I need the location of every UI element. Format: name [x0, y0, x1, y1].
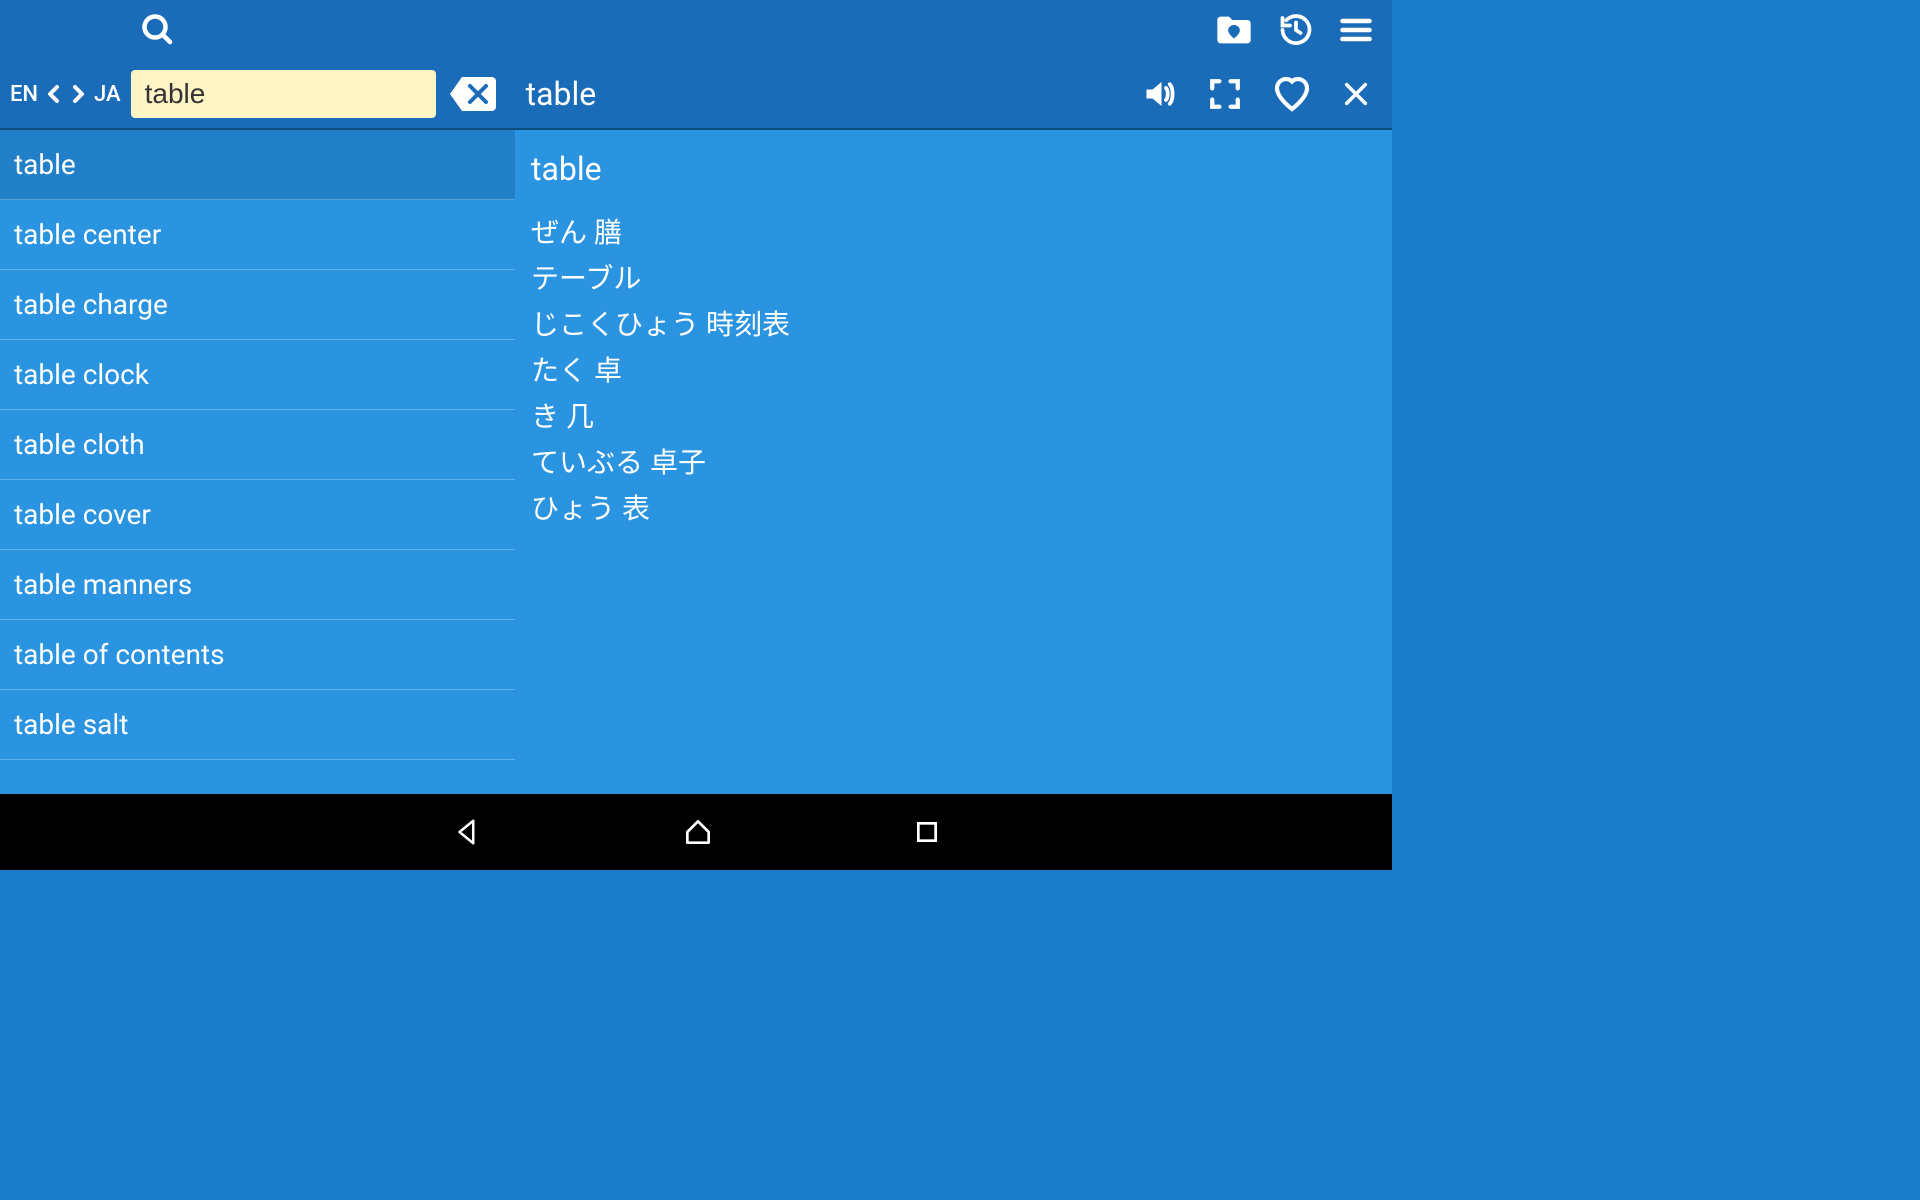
suggestions-panel: table table center table charge table cl…: [0, 130, 515, 794]
translation-item: テーブル: [531, 258, 1376, 300]
search-icon[interactable]: [140, 12, 176, 48]
fullscreen-icon[interactable]: [1208, 77, 1242, 111]
content-area: table table center table charge table cl…: [0, 130, 1392, 794]
chevron-left-icon[interactable]: [42, 82, 66, 106]
translation-item: たく 卓: [531, 350, 1376, 392]
list-item[interactable]: table clock: [0, 340, 515, 410]
history-icon[interactable]: [1278, 12, 1314, 48]
recent-apps-button[interactable]: [914, 819, 940, 845]
detail-title-bar: table: [526, 75, 597, 113]
detail-panel: table ぜん 膳 テーブル じこくひょう 時刻表 たく 卓 き 几 ていぶる…: [515, 130, 1392, 794]
system-nav-bar: [0, 794, 1392, 870]
clear-input-button[interactable]: [450, 75, 496, 113]
back-button[interactable]: [452, 817, 482, 847]
speaker-icon[interactable]: [1142, 76, 1178, 112]
list-item[interactable]: table: [0, 130, 515, 200]
search-input[interactable]: [131, 70, 436, 118]
translation-item: き 几: [531, 396, 1376, 438]
list-item[interactable]: table of contents: [0, 620, 515, 690]
language-from[interactable]: EN: [10, 82, 38, 107]
close-icon[interactable]: [1342, 80, 1370, 108]
list-item[interactable]: table charge: [0, 270, 515, 340]
list-item[interactable]: table cloth: [0, 410, 515, 480]
home-button[interactable]: [682, 816, 714, 848]
list-item[interactable]: table center: [0, 200, 515, 270]
translation-item: ひょう 表: [531, 488, 1376, 530]
list-item[interactable]: table salt: [0, 690, 515, 760]
translation-item: じこくひょう 時刻表: [531, 304, 1376, 346]
language-to[interactable]: JA: [94, 82, 121, 107]
search-bar: EN JA table: [0, 60, 1392, 130]
top-bar: [0, 0, 1392, 60]
heart-icon[interactable]: [1272, 74, 1312, 114]
list-item[interactable]: table cover: [0, 480, 515, 550]
translation-item: ていぶる 卓子: [531, 442, 1376, 484]
chevron-right-icon[interactable]: [66, 82, 90, 106]
favorites-folder-icon[interactable]: [1214, 10, 1254, 50]
menu-icon[interactable]: [1338, 12, 1374, 48]
translation-item: ぜん 膳: [531, 212, 1376, 254]
detail-headword: table: [531, 150, 1376, 188]
list-item[interactable]: table manners: [0, 550, 515, 620]
